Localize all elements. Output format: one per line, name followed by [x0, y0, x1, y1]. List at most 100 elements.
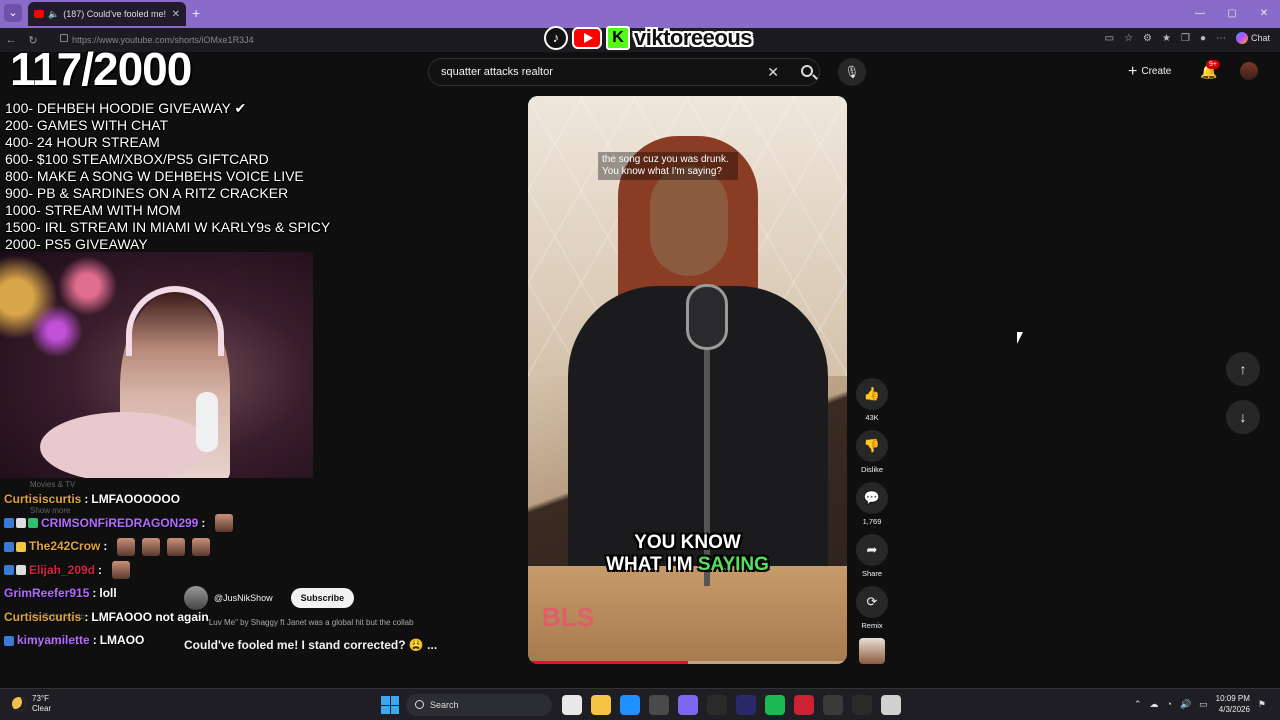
chat-username[interactable]: Elijah_209d — [29, 559, 95, 583]
extensions-icon[interactable]: ⚙ — [1143, 33, 1152, 44]
clear-search-icon[interactable]: ✕ — [767, 59, 779, 85]
taskbar-app-icon[interactable] — [562, 695, 582, 715]
chat-separator: : — [103, 539, 108, 553]
share-action[interactable]: ➦ Share — [855, 534, 889, 586]
taskbar-app-icon[interactable] — [852, 695, 872, 715]
taskbar-app-icon[interactable] — [649, 695, 669, 715]
dislike-action[interactable]: 👎 Dislike — [855, 430, 889, 482]
goal-item: 800- MAKE A SONG W DEHBEHS VOICE LIVE — [5, 168, 304, 184]
chat-username[interactable]: CRIMSONFiREDRAGON299 — [41, 512, 198, 536]
tab-title: (187) Could've fooled me! I st... — [63, 9, 167, 19]
taskbar-app-icon[interactable] — [765, 695, 785, 715]
taskbar-app-icon[interactable] — [794, 695, 814, 715]
remix-icon[interactable]: ⟳ — [856, 586, 888, 618]
chat-badge-icon — [16, 565, 26, 576]
short-video-player[interactable]: the song cuz you was drunk. You know wha… — [528, 96, 847, 664]
chat-separator: : — [84, 492, 89, 506]
chat-username[interactable]: The242Crow — [29, 535, 100, 559]
sound-thumbnail[interactable] — [859, 638, 885, 664]
channel-name[interactable]: @JusNikShow — [214, 593, 273, 603]
browser-tab-active[interactable]: 🔈 (187) Could've fooled me! I st... ✕ — [28, 2, 186, 26]
start-button-icon[interactable] — [381, 696, 399, 714]
channel-row: @JusNikShow Subscribe — [184, 586, 484, 610]
favorites-icon[interactable]: ★ — [1162, 33, 1171, 44]
chat-badge-icon — [4, 518, 14, 529]
weather-widget[interactable]: 73°F Clear — [12, 694, 51, 714]
taskbar-app-icon[interactable] — [678, 695, 698, 715]
wifi-icon[interactable]: ◔ — [1167, 699, 1172, 709]
minimize-button[interactable]: — — [1184, 0, 1216, 28]
voice-search-mic-icon[interactable]: 🎙 — [838, 58, 866, 86]
remix-label: Remix — [861, 621, 883, 630]
close-window-button[interactable]: ✕ — [1248, 0, 1280, 28]
chat-text: LMFAOOOOOO — [91, 492, 181, 506]
remix-action[interactable]: ⟳ Remix — [855, 586, 889, 638]
search-query: squatter attacks realtor — [441, 66, 553, 78]
taskbar-app-icon[interactable] — [736, 695, 756, 715]
tab-actions-menu-icon[interactable]: ⌄ — [4, 4, 22, 22]
chat-text: LMAOO — [99, 633, 145, 647]
weather-condition: Clear — [32, 704, 52, 713]
new-tab-button[interactable]: + — [192, 5, 200, 21]
short-description[interactable]: "Luv Me" by Shaggy ft Janet was a global… — [206, 618, 414, 627]
short-title[interactable]: Could've fooled me! I stand corrected? 😩… — [184, 638, 437, 652]
comments-icon[interactable]: 💬 — [856, 482, 888, 514]
taskbar-app-icon[interactable] — [707, 695, 727, 715]
caption-big: YOU KNOW WHAT I'M SAYING — [528, 532, 847, 576]
create-label: Create — [1141, 66, 1172, 77]
chat-separator: : — [201, 515, 206, 530]
channel-avatar[interactable] — [184, 586, 208, 610]
more-options-icon[interactable]: ⋯ — [1216, 33, 1226, 44]
chat-emote-icon — [142, 537, 161, 556]
account-avatar[interactable] — [1240, 62, 1258, 80]
profile-avatar-icon[interactable]: ● — [1200, 33, 1206, 44]
chat-badge-icon — [4, 565, 14, 576]
chat-username[interactable]: Curtisiscurtis — [4, 488, 81, 512]
next-short-button[interactable]: ↓ — [1226, 400, 1260, 434]
chat-separator: : — [84, 609, 89, 624]
share-label: Share — [861, 569, 882, 578]
chat-message: CRIMSONFiREDRAGON299 : — [4, 512, 304, 536]
chat-separator: : — [92, 633, 97, 647]
weather-temp: 73°F — [32, 694, 49, 703]
like-icon[interactable]: 👍 — [856, 378, 888, 410]
copilot-chat-button[interactable]: Chat — [1235, 32, 1270, 44]
dislike-icon[interactable]: 👎 — [856, 430, 888, 462]
create-button[interactable]: + Create — [1128, 62, 1171, 82]
collections-icon[interactable]: ❐ — [1181, 33, 1190, 44]
taskbar-app-icon[interactable] — [823, 695, 843, 715]
goal-item: 600- $100 STEAM/XBOX/PS5 GIFTCARD — [5, 151, 269, 167]
taskbar-search[interactable]: Search — [406, 694, 552, 716]
goal-item: 900- PB & SARDINES ON A RITZ CRACKER — [5, 185, 289, 201]
favorite-star-icon[interactable]: ☆ — [1124, 33, 1133, 44]
like-action[interactable]: 👍 43K — [855, 378, 889, 430]
speaker-icon[interactable]: 🔈 — [48, 9, 59, 20]
split-screen-icon[interactable]: ▭ — [1105, 33, 1114, 44]
chat-badge-icon — [16, 518, 26, 529]
video-progress-bar[interactable] — [528, 661, 847, 664]
battery-icon[interactable]: ▭ — [1199, 699, 1208, 710]
browser-toolbar-icons: ▭ ☆ ⚙ ★ ❐ ● ⋯ Chat — [1105, 32, 1270, 44]
chat-username[interactable]: kimyamilette — [17, 629, 90, 653]
volume-icon[interactable]: 🔊 — [1180, 699, 1191, 710]
search-icon[interactable] — [801, 65, 813, 77]
chat-username[interactable]: Curtisiscurtis — [4, 606, 81, 630]
subscribe-button[interactable]: Subscribe — [290, 588, 355, 608]
taskbar-clock[interactable]: 10:09 PM 4/3/2026 — [1216, 693, 1250, 715]
tray-app-icon[interactable]: ☁ — [1150, 699, 1159, 710]
comments-action[interactable]: 💬 1,769 — [855, 482, 889, 534]
taskbar-app-icon[interactable] — [881, 695, 901, 715]
share-icon[interactable]: ➦ — [856, 534, 888, 566]
goal-item: 2000- PS5 GIVEAWAY — [5, 236, 148, 252]
maximize-button[interactable]: ▢ — [1216, 0, 1248, 28]
notification-center-icon[interactable]: ⚑ — [1258, 699, 1266, 710]
tray-chevron-icon[interactable]: ⌃ — [1134, 699, 1142, 710]
taskbar-app-icon[interactable] — [620, 695, 640, 715]
chat-username[interactable]: GrimReefer915 — [4, 582, 89, 606]
previous-short-button[interactable]: ↑ — [1226, 352, 1260, 386]
chat-emote-icon — [215, 514, 234, 533]
taskbar-app-icon[interactable] — [591, 695, 611, 715]
close-tab-icon[interactable]: ✕ — [172, 9, 180, 20]
youtube-search-input[interactable]: squatter attacks realtor ✕ — [428, 58, 820, 86]
chat-badge-icon — [4, 635, 14, 646]
